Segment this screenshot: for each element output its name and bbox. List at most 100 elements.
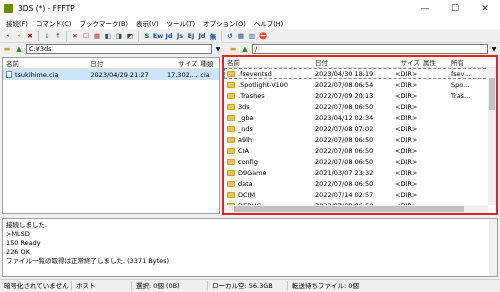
remote-up-icon[interactable]: ▲ [240, 44, 250, 54]
file-size: <DIR> [395, 80, 418, 89]
list-item[interactable]: 3ds 2022/07/08 06:50 <DIR> [224, 101, 496, 112]
file-date: 2023/04/30 18:19 [315, 69, 374, 78]
stop-icon[interactable]: ⛔ [258, 30, 268, 41]
local-file-list[interactable]: 名前 日付 サイズ 種類 tsukihime.cia 2023/04/29 21… [2, 57, 220, 214]
list-item[interactable]: _nds 2022/07/08 07:02 <DIR> [224, 123, 496, 134]
file-size: <DIR> [395, 124, 418, 133]
jis-icon[interactable]: Jd [164, 30, 174, 41]
column-name[interactable]: 名前 [224, 57, 312, 67]
sjis-icon[interactable]: S [142, 30, 152, 41]
column-size[interactable]: サイズ [164, 58, 197, 68]
download-icon[interactable]: ↓ [42, 30, 52, 41]
window-title: 3DS (*) - FFFTP [18, 4, 75, 13]
folder-icon [227, 70, 235, 77]
sync-icon[interactable]: ▥ [247, 30, 257, 41]
log-line: 226 OK [6, 248, 30, 256]
euc-icon[interactable]: Ew [153, 30, 163, 41]
quick-connect-icon[interactable]: ⚡ [14, 30, 24, 41]
column-date[interactable]: 日付 [312, 57, 392, 67]
file-name: .fseventsd [238, 69, 272, 78]
folder-icon [227, 169, 235, 176]
local-folder-icon[interactable]: ▬ [2, 44, 12, 54]
status-bar: 暗号化されていません ホスト 選択: 0個 (0B) ローカル空: 56.3GB… [0, 279, 500, 292]
file-owner: Tras... [451, 91, 471, 100]
local-up-icon[interactable]: ▲ [14, 44, 24, 54]
rename-icon[interactable]: ☐ [81, 30, 91, 41]
list-item[interactable]: .Trashes 2022/07/09 20:13 <DIR> Tras... [224, 90, 496, 101]
column-attr[interactable]: 属性 [420, 57, 448, 67]
menu-options[interactable]: オプション(O) [199, 18, 250, 28]
folder-icon [227, 114, 235, 121]
log-line: 150 Ready [6, 239, 41, 247]
menu-view[interactable]: 表示(V) [132, 18, 163, 28]
refresh-icon[interactable]: ↺ [225, 30, 235, 41]
column-name[interactable]: 名前 [3, 58, 87, 68]
connect-icon[interactable]: ⚡ [3, 30, 13, 41]
no-convert-icon[interactable]: 無 [208, 30, 218, 41]
file-name: 3ds [238, 102, 250, 111]
list-item[interactable]: data 2022/07/08 06:50 <DIR> [224, 178, 496, 189]
list-item[interactable]: CIA 2022/07/08 06:50 <DIR> [224, 145, 496, 156]
log-line: >MLSD [6, 230, 30, 238]
status-local-free: ローカル空: 56.3GB [208, 281, 288, 291]
list-item[interactable]: tsukihime.cia 2023/04/29 21:27 17,302,..… [3, 69, 219, 80]
file-size: <DIR> [395, 146, 418, 155]
delete-icon[interactable]: ✕ [70, 30, 80, 41]
menu-bookmark[interactable]: ブックマーク(B) [75, 18, 132, 28]
chevron-down-icon[interactable]: ▼ [490, 46, 498, 53]
app-icon [4, 4, 13, 13]
file-owner: Spo... [451, 80, 470, 89]
column-date[interactable]: 日付 [87, 58, 164, 68]
list-item[interactable]: a9lh 2022/07/08 06:50 <DIR> [224, 134, 496, 145]
remote-path-input[interactable]: / [252, 44, 488, 54]
file-owner: fsev... [451, 69, 471, 78]
column-size[interactable]: サイズ [392, 57, 420, 67]
menu-help[interactable]: ヘルプ(H) [250, 18, 287, 28]
toolbar-separator [138, 30, 139, 41]
list-icon[interactable]: ◧ [103, 30, 113, 41]
mkdir-icon[interactable]: ▦ [92, 30, 102, 41]
jis-s-icon[interactable]: Js [175, 30, 185, 41]
list-item[interactable]: config 2022/07/08 06:50 <DIR> [224, 156, 496, 167]
remote-folder-icon[interactable]: ▬ [228, 44, 238, 54]
list-item[interactable]: D9Game 2021/03/07 23:32 <DIR> [224, 167, 496, 178]
maximize-button[interactable]: ☐ [440, 0, 470, 17]
list-item[interactable]: _gba 2023/04/12 02:34 <DIR> [224, 112, 496, 123]
column-owner[interactable]: 所有 [448, 57, 478, 67]
file-name: CIA [238, 146, 249, 155]
file-size: <DIR> [395, 168, 418, 177]
close-button[interactable]: ✕ [470, 0, 500, 17]
file-size: <DIR> [395, 135, 418, 144]
disconnect-icon[interactable]: ✖ [25, 30, 35, 41]
status-queue: 転送待ちファイル: 0個 [292, 282, 359, 290]
toolbar-separator [66, 30, 67, 41]
chevron-down-icon[interactable]: ▼ [214, 46, 222, 53]
vertical-scrollbar[interactable] [488, 68, 496, 205]
filter-icon[interactable]: ▦ [236, 30, 246, 41]
upload-icon[interactable]: ↑ [53, 30, 63, 41]
menu-command[interactable]: コマンド(C) [32, 18, 76, 28]
file-name: _nds [238, 124, 253, 133]
jd2-icon[interactable]: Jd [197, 30, 207, 41]
file-size: 17,302,... [166, 70, 198, 79]
remote-list-header: 名前 日付 サイズ 属性 所有 [224, 57, 496, 68]
minimize-button[interactable]: — [410, 0, 440, 17]
list-item[interactable]: .Spotlight-V100 2022/07/08 06:54 <DIR> Spo.… [224, 79, 496, 90]
scrollbar-thumb[interactable] [234, 206, 464, 212]
log-line: ファイル一覧の取得は正常終了しました. (3371 Bytes) [6, 257, 170, 265]
ej-icon[interactable]: EJ [186, 30, 196, 41]
file-date: 2022/07/08 06:50 [315, 157, 374, 166]
menu-connect[interactable]: 接続(F) [2, 18, 32, 28]
remote-file-list[interactable]: 名前 日付 サイズ 属性 所有 .fseventsd 2023/04/30 18:… [222, 55, 498, 215]
menu-tools[interactable]: ツール(T) [163, 18, 200, 28]
file-icon [6, 71, 12, 78]
horizontal-scrollbar[interactable] [224, 205, 488, 213]
column-type[interactable]: 種類 [197, 58, 219, 68]
compare-icon[interactable]: ◩ [125, 30, 135, 41]
local-path-input[interactable]: C:¥3ds [26, 44, 212, 54]
scrollbar-thumb[interactable] [489, 78, 495, 110]
detail-icon[interactable]: ◨ [114, 30, 124, 41]
list-item[interactable]: DCIM 2022/07/14 02:57 <DIR> [224, 189, 496, 200]
list-item[interactable]: .fseventsd 2023/04/30 18:19 <DIR> fsev... [224, 68, 496, 79]
log-scrollbar[interactable] [489, 219, 497, 276]
